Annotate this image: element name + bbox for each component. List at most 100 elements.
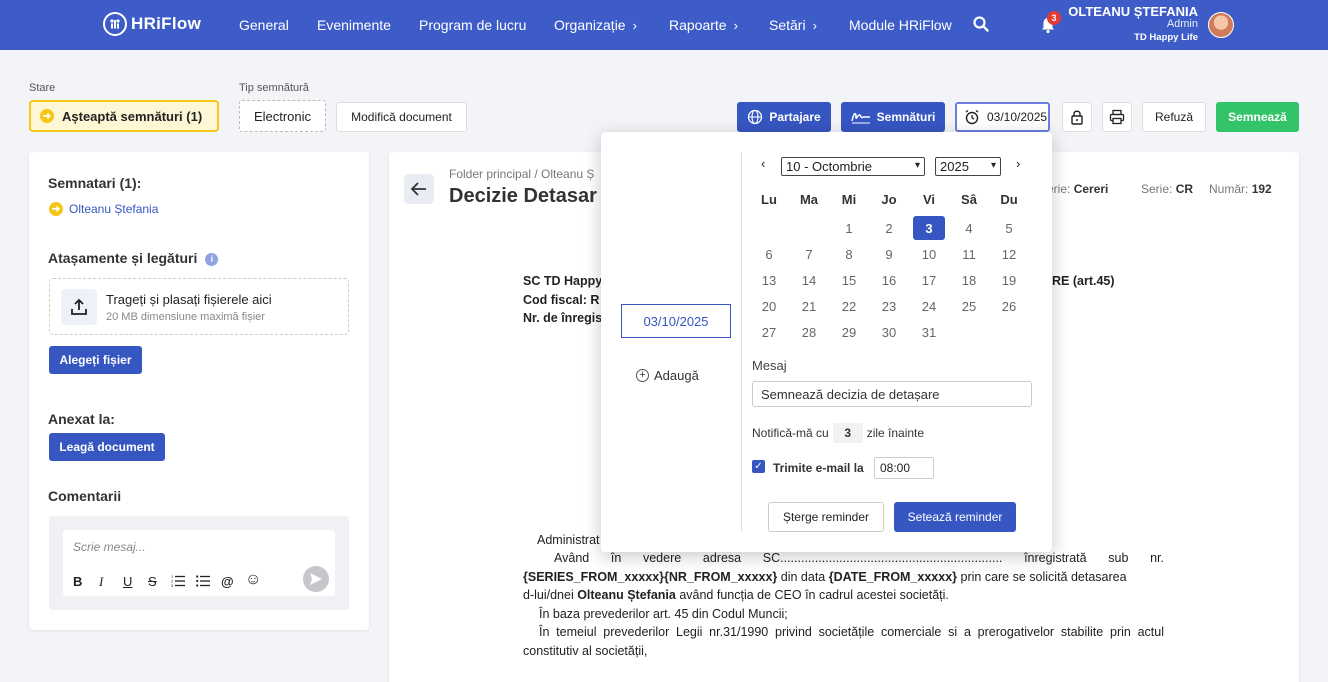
weekday-header: Lu [761, 192, 777, 207]
nav-rapoarte[interactable]: Rapoarte › [669, 17, 738, 33]
lock-button[interactable] [1062, 102, 1092, 132]
calendar-day[interactable]: 6 [753, 243, 785, 265]
email-checkbox[interactable]: ✓ [752, 460, 765, 473]
calendar-day[interactable]: 29 [833, 321, 865, 343]
strikethrough-icon[interactable]: S [148, 574, 157, 589]
logo-icon [103, 12, 127, 36]
avatar[interactable] [1208, 12, 1234, 38]
file-dropzone[interactable]: Trageți și plasați fișierele aici 20 MB … [49, 278, 349, 335]
nav-organizatie[interactable]: Organizație › [554, 17, 637, 33]
chevron-right-icon: › [733, 18, 738, 33]
calendar-day[interactable]: 10 [913, 243, 945, 265]
signature-icon [850, 112, 870, 124]
choose-file-button[interactable]: Alegeți fișier [49, 346, 142, 374]
message-label: Mesaj [752, 358, 787, 373]
bold-icon[interactable]: B [73, 574, 82, 589]
weekday-header: Mi [841, 192, 857, 207]
comment-composer: Scrie mesaj... B I U S 123 @ ☺ [49, 516, 349, 610]
nav-evenimente[interactable]: Evenimente [317, 17, 391, 33]
calendar-day[interactable]: 27 [753, 321, 785, 343]
globe-icon [748, 109, 763, 125]
ordered-list-icon[interactable]: 123 [171, 574, 185, 590]
calendar-day[interactable]: 8 [833, 243, 865, 265]
calendar-day[interactable]: 25 [953, 295, 985, 317]
modify-document-button[interactable]: Modifică document [336, 102, 467, 132]
month-select[interactable]: 10 - Octombrie ▾ [781, 157, 925, 176]
comment-input[interactable]: Scrie mesaj... B I U S 123 @ ☺ [63, 530, 335, 596]
calendar-day[interactable]: 20 [753, 295, 785, 317]
calendar-day[interactable]: 28 [793, 321, 825, 343]
breadcrumb[interactable]: Folder principal / Olteanu Ș [449, 167, 594, 181]
message-input[interactable]: Semnează decizia de detașare [752, 381, 1032, 407]
weekday-header: Sâ [961, 192, 977, 207]
calendar-day[interactable]: 1 [833, 217, 865, 239]
email-time-input[interactable]: 08:00 [874, 457, 934, 479]
send-icon[interactable] [303, 566, 329, 592]
calendar-day[interactable]: 22 [833, 295, 865, 317]
calendar-day[interactable]: 26 [993, 295, 1025, 317]
status-badge[interactable]: ➜ Așteaptă semnături (1) [29, 100, 219, 132]
underline-icon[interactable]: U [123, 574, 132, 589]
calendar-day[interactable]: 16 [873, 269, 905, 291]
sign-button[interactable]: Semnează [1216, 102, 1299, 132]
reminder-popup: 03/10/2025 + Adaugă ‹ 10 - Octombrie ▾ 20… [601, 132, 1052, 552]
calendar-day[interactable]: 21 [793, 295, 825, 317]
reminder-date-chip[interactable]: 03/10/2025 [621, 304, 731, 338]
calendar-day[interactable]: 14 [793, 269, 825, 291]
next-month-icon[interactable]: › [1016, 156, 1020, 171]
nav-general[interactable]: General [239, 17, 289, 33]
search-icon[interactable] [973, 16, 989, 32]
calendar-day[interactable]: 9 [873, 243, 905, 265]
year-select[interactable]: 2025 ▾ [935, 157, 1001, 176]
set-reminder-button[interactable]: Setează reminder [894, 502, 1016, 532]
info-icon[interactable]: i [205, 252, 219, 266]
calendar-day[interactable]: 11 [953, 243, 985, 265]
delete-reminder-button[interactable]: Șterge reminder [768, 502, 884, 532]
calendar-day[interactable]: 23 [873, 295, 905, 317]
calendar-day[interactable]: 19 [993, 269, 1025, 291]
italic-icon[interactable]: I [99, 574, 103, 590]
arrow-right-circle-icon: ➜ [40, 109, 54, 123]
nav-program-de-lucru[interactable]: Program de lucru [419, 17, 526, 33]
top-navbar: HRiFlow General Evenimente Program de lu… [0, 0, 1328, 50]
link-document-button[interactable]: Leagă document [49, 433, 165, 461]
reminder-date-button[interactable]: 03/10/2025 [955, 102, 1050, 132]
signer-item[interactable]: ➜ Olteanu Ștefania [49, 202, 158, 216]
user-info[interactable]: OLTEANU ȘTEFANIA Admin TD Happy Life [1068, 5, 1198, 44]
calendar-day[interactable]: 2 [873, 217, 905, 239]
emoji-icon[interactable]: ☺ [245, 571, 261, 589]
nav-setari[interactable]: Setări › [769, 17, 817, 33]
notify-days-input[interactable]: 3 [832, 423, 863, 443]
calendar-day[interactable]: 5 [993, 217, 1025, 239]
chevron-right-icon: › [632, 18, 637, 33]
calendar-day[interactable]: 31 [913, 321, 945, 343]
calendar-day[interactable]: 18 [953, 269, 985, 291]
arrow-left-icon [411, 182, 426, 196]
nav-module-hriflow[interactable]: Module HRiFlow [849, 17, 952, 33]
back-button[interactable] [404, 174, 434, 204]
refuse-button[interactable]: Refuză [1142, 102, 1206, 132]
notification-badge: 3 [1047, 11, 1061, 25]
print-button[interactable] [1102, 102, 1132, 132]
calendar-day-selected[interactable]: 3 [913, 216, 945, 240]
signature-type-select[interactable]: Electronic [239, 100, 326, 132]
signatures-button[interactable]: Semnături [841, 102, 945, 132]
calendar-day[interactable]: 13 [753, 269, 785, 291]
number-meta: Număr: 192 [1209, 182, 1272, 196]
calendar-day[interactable]: 24 [913, 295, 945, 317]
add-reminder-button[interactable]: + Adaugă [636, 368, 699, 383]
prev-month-icon[interactable]: ‹ [761, 156, 765, 171]
calendar-day[interactable]: 17 [913, 269, 945, 291]
doc-administrator: Administrat [537, 533, 600, 547]
calendar-day[interactable]: 30 [873, 321, 905, 343]
calendar-day[interactable]: 4 [953, 217, 985, 239]
series-meta: Serie: CR [1141, 182, 1194, 196]
calendar-day[interactable]: 7 [793, 243, 825, 265]
mention-icon[interactable]: @ [221, 574, 234, 589]
calendar-day[interactable]: 15 [833, 269, 865, 291]
app-logo[interactable]: HRiFlow [103, 12, 201, 36]
share-button[interactable]: Partajare [737, 102, 831, 132]
arrow-right-circle-icon: ➜ [49, 202, 63, 216]
calendar-day[interactable]: 12 [993, 243, 1025, 265]
bullet-list-icon[interactable] [196, 574, 210, 590]
